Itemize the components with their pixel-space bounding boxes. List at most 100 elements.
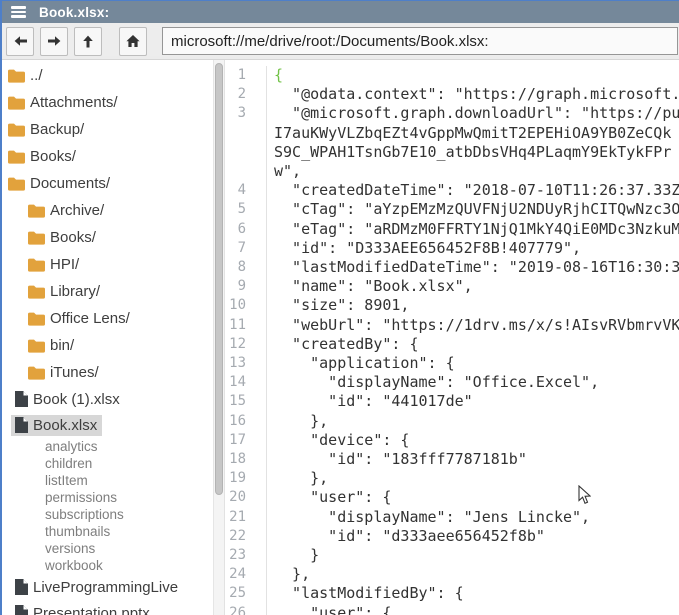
code-line[interactable]: 22 "id": "d333aee656452f8b" [225, 527, 679, 546]
line-number: 26 [225, 604, 267, 615]
code-line[interactable]: 25 "lastModifiedBy": { [225, 584, 679, 603]
tree-item-label: HPI/ [50, 256, 79, 273]
code-line[interactable]: 15 "id": "441017de" [225, 392, 679, 411]
code-line[interactable]: 19 }, [225, 469, 679, 488]
folder-icon [28, 285, 45, 299]
code-text: S9C_WPAH1TsnGb7E10_atbDbsVHq4PLaqmY9EkTy… [267, 143, 679, 162]
tree-item-book-xlsx[interactable]: Book.xlsx [2, 412, 214, 438]
tree-item-books[interactable]: Books/ [2, 224, 214, 251]
tree-item-archive[interactable]: Archive/ [2, 197, 214, 224]
file-tree: ../ Attachments/ Backup/ Books/ Document… [2, 62, 224, 615]
line-number [225, 143, 267, 162]
home-button[interactable] [119, 27, 147, 56]
code-line[interactable]: 8 "lastModifiedDateTime": "2019-08-16T16… [225, 258, 679, 277]
tree-item-permissions[interactable]: permissions [2, 489, 214, 506]
file-icon [15, 391, 28, 407]
code-line[interactable]: 13 "application": { [225, 354, 679, 373]
tree-item-books[interactable]: Books/ [2, 143, 214, 170]
tree-item-label: Library/ [50, 283, 100, 300]
code-line[interactable]: 14 "displayName": "Office.Excel", [225, 373, 679, 392]
tree-item-documents[interactable]: Documents/ [2, 170, 214, 197]
line-number: 24 [225, 565, 267, 584]
tree-item-hpi[interactable]: HPI/ [2, 251, 214, 278]
up-button[interactable] [74, 27, 102, 56]
tree-item-label: Books/ [30, 148, 76, 165]
code-line[interactable]: 2 "@odata.context": "https://graph.micro… [225, 85, 679, 104]
tree-item-thumbnails[interactable]: thumbnails [2, 523, 214, 540]
tree-item-book-1-xlsx[interactable]: Book (1).xlsx [2, 386, 214, 412]
scrollbar-thumb[interactable] [215, 63, 223, 495]
line-number: 5 [225, 200, 267, 219]
tree-item-library[interactable]: Library/ [2, 278, 214, 305]
back-button[interactable] [6, 27, 34, 56]
tree-item-bin[interactable]: bin/ [2, 332, 214, 359]
url-input[interactable] [162, 27, 678, 55]
tree-item-item[interactable]: ../ [2, 62, 214, 89]
code-line[interactable]: 23 } [225, 546, 679, 565]
navigation-toolbar [2, 23, 679, 60]
code-line[interactable]: 24 }, [225, 565, 679, 584]
code-line[interactable]: 17 "device": { [225, 431, 679, 450]
home-icon [126, 34, 140, 48]
line-number: 18 [225, 450, 267, 469]
sidebar-scrollbar[interactable] [213, 60, 224, 615]
tree-item-subscriptions[interactable]: subscriptions [2, 506, 214, 523]
tree-item-itunes[interactable]: iTunes/ [2, 359, 214, 386]
tree-item-label: Office Lens/ [50, 310, 130, 327]
tree-item-backup[interactable]: Backup/ [2, 116, 214, 143]
tree-item-office-lens[interactable]: Office Lens/ [2, 305, 214, 332]
code-text: "@odata.context": "https://graph.microso… [267, 85, 679, 104]
tree-item-versions[interactable]: versions [2, 540, 214, 557]
code-line[interactable]: 5 "cTag": "aYzpEMzMzQUVFNjU2NDUyRjhCITQw… [225, 200, 679, 219]
code-line[interactable]: 3 "@microsoft.graph.downloadUrl": "https… [225, 104, 679, 123]
code-line[interactable]: 21 "displayName": "Jens Lincke", [225, 508, 679, 527]
code-text: "eTag": "aRDMzM0FFRTY1NjQ1MkY4QiE0MDc3Nz… [267, 220, 679, 239]
code-line[interactable]: 20 "user": { [225, 488, 679, 507]
code-line[interactable]: 26 "user": { [225, 604, 679, 615]
code-text: }, [267, 412, 679, 431]
code-line[interactable]: 12 "createdBy": { [225, 335, 679, 354]
code-line[interactable]: 16 }, [225, 412, 679, 431]
code-line[interactable]: I7auKWyVLZbqEZt4vGppMwQmitT2EPEHiOA9YB0Z… [225, 124, 679, 143]
tree-item-listitem[interactable]: listItem [2, 472, 214, 489]
json-code-editor[interactable]: 1{2 "@odata.context": "https://graph.mic… [225, 60, 679, 615]
code-line[interactable]: 6 "eTag": "aRDMzM0FFRTY1NjQ1MkY4QiE0MDc3… [225, 220, 679, 239]
line-number: 11 [225, 316, 267, 335]
code-text: I7auKWyVLZbqEZt4vGppMwQmitT2EPEHiOA9YB0Z… [267, 124, 679, 143]
tree-item-analytics[interactable]: analytics [2, 438, 214, 455]
code-line[interactable]: w", [225, 162, 679, 181]
tree-item-workbook[interactable]: workbook [2, 557, 214, 574]
line-number: 9 [225, 277, 267, 296]
code-text: "createdDateTime": "2018-07-10T11:26:37.… [267, 181, 679, 200]
code-line[interactable]: 18 "id": "183fff7787181b" [225, 450, 679, 469]
tree-item-attachments[interactable]: Attachments/ [2, 89, 214, 116]
line-number: 22 [225, 527, 267, 546]
file-browser-window: Book.xlsx: ../ Attachments/ Backup/ Book… [0, 0, 679, 615]
file-icon [15, 579, 28, 595]
code-text: "id": "441017de" [267, 392, 679, 411]
tree-item-label: Attachments/ [30, 94, 118, 111]
tree-item-presentation-pptx[interactable]: Presentation.pptx [2, 600, 214, 615]
code-line[interactable]: 1{ [225, 66, 679, 85]
code-line[interactable]: S9C_WPAH1TsnGb7E10_atbDbsVHq4PLaqmY9EkTy… [225, 143, 679, 162]
line-number: 4 [225, 181, 267, 200]
folder-icon [28, 312, 45, 326]
folder-icon [8, 177, 25, 191]
line-number: 19 [225, 469, 267, 488]
code-text: "webUrl": "https://1drv.ms/x/s!AIsvRVbmr… [267, 316, 679, 335]
tree-item-label: thumbnails [45, 524, 110, 539]
forward-button[interactable] [40, 27, 68, 56]
folder-icon [28, 204, 45, 218]
line-number: 2 [225, 85, 267, 104]
tree-item-liveprogramminglive[interactable]: LiveProgrammingLive [2, 574, 214, 600]
code-line[interactable]: 9 "name": "Book.xlsx", [225, 277, 679, 296]
code-line[interactable]: 11 "webUrl": "https://1drv.ms/x/s!AIsvRV… [225, 316, 679, 335]
code-line[interactable]: 7 "id": "D333AEE656452F8B!407779", [225, 239, 679, 258]
tree-item-label: ../ [30, 67, 43, 84]
hamburger-menu-icon[interactable] [11, 6, 26, 18]
tree-item-label: iTunes/ [50, 364, 99, 381]
code-line[interactable]: 4 "createdDateTime": "2018-07-10T11:26:3… [225, 181, 679, 200]
tree-item-children[interactable]: children [2, 455, 214, 472]
line-number: 23 [225, 546, 267, 565]
code-line[interactable]: 10 "size": 8901, [225, 296, 679, 315]
